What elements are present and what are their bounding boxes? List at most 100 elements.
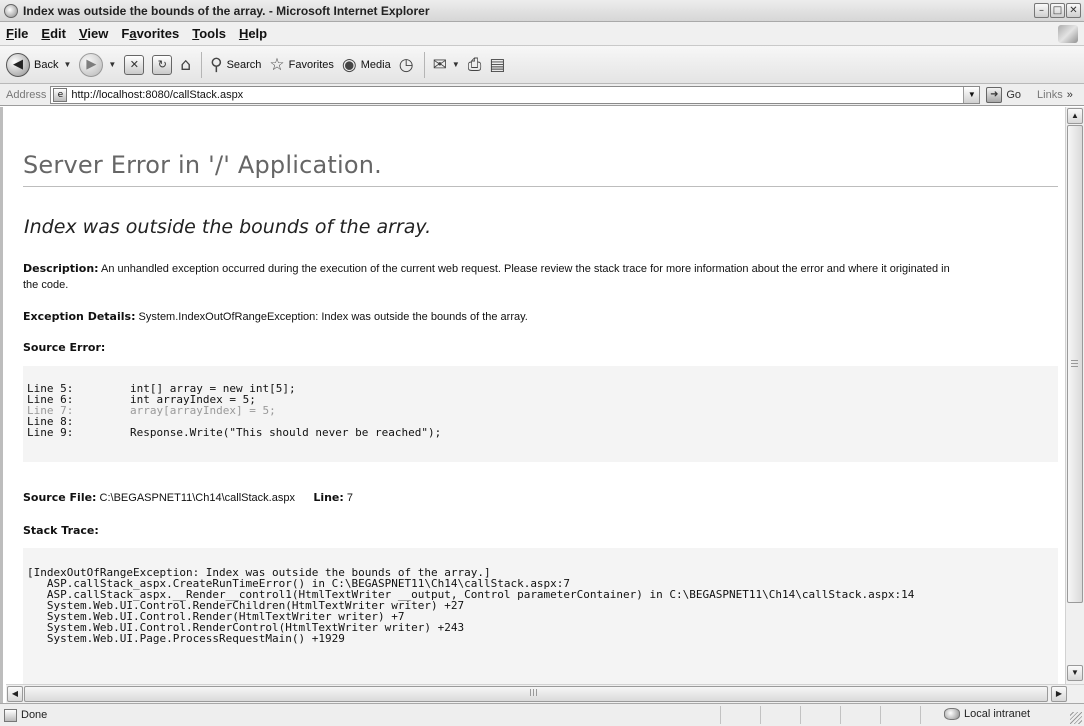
address-dropdown-icon[interactable]: ▼ bbox=[963, 86, 980, 103]
print-icon: ⎙ bbox=[467, 54, 482, 75]
source-error-box: Line 5: int[] array = new int[5]; Line 6: i… bbox=[23, 366, 1058, 462]
source-error-label: Source Error: bbox=[23, 341, 106, 354]
address-label: Address bbox=[6, 88, 47, 101]
media-icon: ◉ bbox=[341, 54, 357, 75]
mail-icon: ✉ bbox=[432, 54, 447, 75]
line-code: array[arrayIndex] = 5; bbox=[130, 404, 276, 417]
server-error-title: Server Error in '/' Application. bbox=[23, 151, 383, 179]
title-divider bbox=[23, 186, 1058, 187]
menu-view[interactable]: View bbox=[79, 26, 108, 41]
menu-favorites[interactable]: Favorites bbox=[121, 26, 179, 41]
intranet-zone-icon bbox=[944, 708, 960, 720]
source-file-path: C:\BEGASPNET11\Ch14\callStack.aspx bbox=[99, 492, 295, 504]
page-content: Server Error in '/' Application. Index w… bbox=[6, 107, 1068, 684]
favorites-button[interactable]: ☆ Favorites bbox=[269, 55, 334, 75]
error-heading: Index was outside the bounds of the arra… bbox=[24, 216, 432, 238]
address-url[interactable]: http://localhost:8080/callStack.aspx bbox=[71, 89, 243, 101]
menu-file[interactable]: File bbox=[6, 26, 28, 41]
horizontal-scrollbar[interactable]: ◀ ▶ bbox=[6, 684, 1084, 703]
menu-help[interactable]: Help bbox=[239, 26, 267, 41]
search-icon: ⚲ bbox=[210, 54, 223, 75]
menu-edit[interactable]: Edit bbox=[41, 26, 66, 41]
status-divider bbox=[920, 706, 921, 724]
description-text-continued: the code. bbox=[23, 279, 69, 291]
status-divider bbox=[880, 706, 881, 724]
forward-dropdown-icon[interactable]: ▼ bbox=[108, 60, 116, 69]
stack-trace-code: [IndexOutOfRangeException: Index was out… bbox=[27, 567, 1058, 644]
address-bar: Address e http://localhost:8080/callStac… bbox=[0, 84, 1084, 106]
scroll-grip-icon bbox=[1071, 360, 1078, 367]
back-dropdown-icon[interactable]: ▼ bbox=[63, 60, 71, 69]
status-divider bbox=[720, 706, 721, 724]
status-divider bbox=[840, 706, 841, 724]
maximize-button[interactable]: □ bbox=[1050, 3, 1065, 18]
description-text: An unhandled exception occurred during t… bbox=[101, 263, 950, 275]
history-button[interactable]: ◷ bbox=[399, 55, 414, 75]
stack-trace-box: [IndexOutOfRangeException: Index was out… bbox=[23, 548, 1058, 684]
source-code-line: Line 9: Response.Write("This should never… bbox=[27, 427, 1058, 438]
home-icon: ⌂ bbox=[180, 54, 192, 75]
window-controls: – □ ✕ bbox=[1034, 3, 1081, 18]
page-icon: e bbox=[53, 87, 68, 102]
refresh-button[interactable]: ↻ bbox=[152, 54, 173, 75]
address-input[interactable]: e http://localhost:8080/callStack.aspx ▼ bbox=[50, 85, 981, 104]
back-button[interactable]: ◀ Back ▼ bbox=[6, 52, 71, 77]
refresh-icon: ↻ bbox=[152, 54, 173, 75]
print-button[interactable]: ⎙ bbox=[468, 55, 482, 75]
edit-button[interactable]: ▤ bbox=[489, 55, 505, 75]
media-button[interactable]: ◉ Media bbox=[342, 55, 391, 75]
toolbar-separator bbox=[201, 51, 203, 78]
windows-logo-icon bbox=[1058, 25, 1078, 43]
stack-trace-label: Stack Trace: bbox=[23, 524, 99, 537]
back-arrow-icon: ◀ bbox=[6, 52, 30, 77]
menu-bar: File Edit View Favorites Tools Help bbox=[0, 22, 1084, 46]
exception-label: Exception Details: bbox=[23, 310, 136, 323]
forward-button[interactable]: ▶ ▼ bbox=[79, 52, 116, 77]
source-code-line: Line 7: array[arrayIndex] = 5; bbox=[27, 405, 1058, 416]
close-button[interactable]: ✕ bbox=[1066, 3, 1081, 18]
description-label: Description: bbox=[23, 262, 99, 275]
resize-grip-icon[interactable] bbox=[1070, 712, 1082, 724]
ie-app-icon[interactable] bbox=[4, 3, 18, 18]
status-text: Done bbox=[21, 709, 48, 721]
scroll-up-icon[interactable]: ▲ bbox=[1067, 108, 1083, 124]
stop-button[interactable]: ✕ bbox=[124, 54, 145, 75]
history-clock-icon: ◷ bbox=[398, 54, 414, 75]
toolbar: ◀ Back ▼ ▶ ▼ ✕ ↻ ⌂ ⚲ Search ☆ Favorites … bbox=[0, 46, 1084, 84]
source-file-label: Source File: bbox=[23, 491, 97, 504]
go-button[interactable]: ➜ Go bbox=[986, 86, 1021, 103]
edit-page-icon: ▤ bbox=[489, 54, 506, 75]
source-code: Line 5: int[] array = new int[5]; Line 6: i… bbox=[27, 383, 1058, 438]
description-paragraph: Description: An unhandled exception occu… bbox=[23, 261, 1058, 293]
menu-tools[interactable]: Tools bbox=[192, 26, 226, 41]
vertical-scrollbar[interactable]: ▲ ▼ bbox=[1065, 107, 1084, 684]
scroll-right-icon[interactable]: ▶ bbox=[1051, 686, 1067, 702]
home-button[interactable]: ⌂ bbox=[180, 55, 191, 75]
links-chevron-icon[interactable]: » bbox=[1067, 89, 1073, 101]
scroll-down-icon[interactable]: ▼ bbox=[1067, 665, 1083, 681]
window-title: Index was outside the bounds of the arra… bbox=[23, 3, 430, 18]
go-arrow-icon: ➜ bbox=[986, 86, 1003, 103]
exception-details: Exception Details: System.IndexOutOfRang… bbox=[23, 309, 1058, 325]
mail-button[interactable]: ✉ ▼ bbox=[433, 55, 460, 75]
scroll-left-icon[interactable]: ◀ bbox=[7, 686, 23, 702]
stack-trace-line: System.Web.UI.Page.ProcessRequestMain() … bbox=[27, 632, 345, 645]
line-label: Line: bbox=[313, 491, 344, 504]
minimize-button[interactable]: – bbox=[1034, 3, 1049, 18]
status-bar: Done Local intranet bbox=[0, 703, 1084, 726]
page-status-icon bbox=[4, 708, 17, 722]
line-number: 7 bbox=[346, 492, 353, 504]
line-number-label: Line 9: bbox=[27, 426, 74, 439]
security-zone[interactable]: Local intranet bbox=[944, 708, 1030, 720]
search-button[interactable]: ⚲ Search bbox=[210, 55, 261, 75]
stop-icon: ✕ bbox=[124, 54, 145, 75]
line-code: Response.Write("This should never be rea… bbox=[130, 426, 442, 439]
links-button[interactable]: Links bbox=[1037, 89, 1063, 101]
mail-dropdown-icon[interactable]: ▼ bbox=[452, 60, 460, 69]
toolbar-separator bbox=[423, 51, 425, 78]
browser-viewport: Server Error in '/' Application. Index w… bbox=[0, 107, 1084, 703]
status-divider bbox=[760, 706, 761, 724]
title-bar: Index was outside the bounds of the arra… bbox=[0, 0, 1084, 22]
status-divider bbox=[800, 706, 801, 724]
exception-text: System.IndexOutOfRangeException: Index w… bbox=[138, 311, 528, 323]
